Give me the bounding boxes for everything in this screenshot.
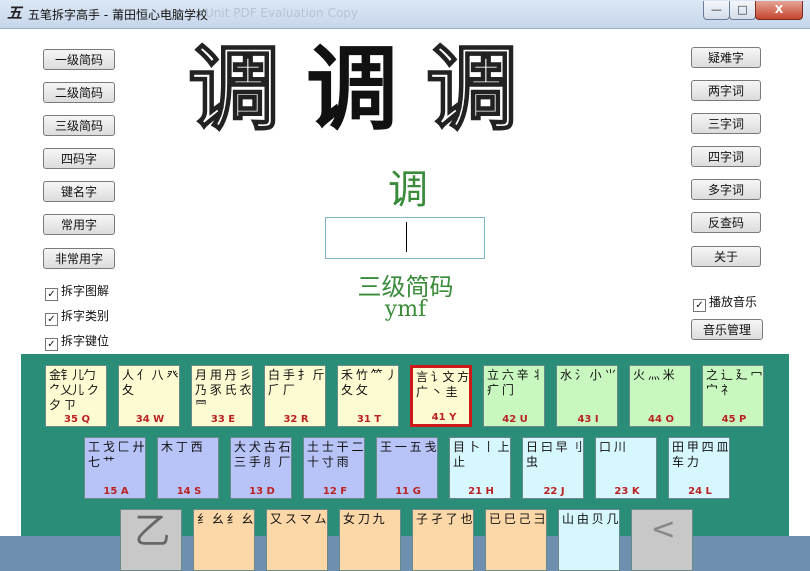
category-checkbox[interactable]: ✓ 拆字类别	[45, 307, 109, 326]
wubi-keyboard: 金钅儿勹 ⺈乂儿 ク夕 ㄗ 35 Q 人 亻 八 癶 夂 34 W 月 用 丹 彡 …	[21, 354, 789, 571]
key-m[interactable]: 山 由 贝 几	[558, 509, 620, 571]
watermark-text: Unit PDF Evaluation Copy	[205, 6, 359, 20]
key-x[interactable]: 纟 幺 纟 幺	[193, 509, 255, 571]
level1-button[interactable]: 一级简码	[43, 49, 115, 70]
key-name-button[interactable]: 键名字	[43, 181, 115, 202]
key-b[interactable]: 子 孑 了 也	[412, 509, 474, 571]
text-caret	[406, 222, 407, 252]
level2-button[interactable]: 二级简码	[43, 82, 115, 103]
checkmark-icon: ✓	[45, 288, 58, 301]
key-g[interactable]: 王 一 五 戋 11 G	[376, 437, 438, 499]
multi-char-word-button[interactable]: 多字词	[691, 179, 761, 200]
key-t[interactable]: 禾 竹 ⺮ 丿 夂 攵 31 T	[337, 365, 399, 427]
common-char-button[interactable]: 常用字	[43, 214, 115, 235]
key-o[interactable]: 火 灬 米 44 O	[629, 365, 691, 427]
key-j[interactable]: 日 曰 早 刂 虫 22 J	[522, 437, 584, 499]
difficult-char-button[interactable]: 疑难字	[691, 47, 761, 68]
key-i[interactable]: 水 氵 小 ⺌ 43 I	[556, 365, 618, 427]
key-z[interactable]: 乙	[120, 509, 182, 571]
two-char-word-button[interactable]: 两字词	[691, 80, 761, 101]
key-w[interactable]: 人 亻 八 癶 夂 34 W	[118, 365, 180, 427]
key-n[interactable]: 已 巳 己 ⺕	[485, 509, 547, 571]
reverse-lookup-button[interactable]: 反查码	[691, 212, 761, 233]
four-char-word-button[interactable]: 四字词	[691, 146, 761, 167]
key-p[interactable]: 之 辶 廴 冖 宀 礻 45 P	[702, 365, 764, 427]
key-e[interactable]: 月 用 丹 彡 乃 豕 氏 衣 ⺜ 33 E	[191, 365, 253, 427]
key-k[interactable]: 口 川 23 K	[595, 437, 657, 499]
uncommon-char-button[interactable]: 非常用字	[43, 248, 115, 269]
key-f[interactable]: 土 士 干 二 十 寸 雨 12 F	[303, 437, 365, 499]
key-d[interactable]: 大 犬 古 石 三 手 ⺼ 厂 13 D	[230, 437, 292, 499]
key-s[interactable]: 木 丁 西 14 S	[157, 437, 219, 499]
backspace-key[interactable]: <	[631, 509, 693, 571]
key-r[interactable]: 白 手 扌 斤 ⺁ 厂 32 R	[264, 365, 326, 427]
key-v[interactable]: 女 刀 九	[339, 509, 401, 571]
diagram-checkbox[interactable]: ✓ 拆字图解	[45, 282, 109, 301]
minimize-button[interactable]: —	[703, 1, 730, 20]
level3-button[interactable]: 三级简码	[43, 115, 115, 136]
key-u[interactable]: 立 六 辛 丬 疒 门 42 U	[483, 365, 545, 427]
key-c[interactable]: 又 ス マ ム	[266, 509, 328, 571]
checkmark-icon: ✓	[693, 299, 706, 312]
key-l[interactable]: 田 甲 四 皿 车 力 24 L	[668, 437, 730, 499]
wubi-code-label: ymf	[384, 297, 427, 322]
key-q[interactable]: 金钅儿勹 ⺈乂儿 ク夕 ㄗ 35 Q	[45, 365, 107, 427]
main-window: 五 五笔拆字高手 - 莆田恒心电脑学校 Unit PDF Evaluation …	[0, 0, 810, 571]
window-title: 五笔拆字高手 - 莆田恒心电脑学校	[28, 8, 208, 22]
play-music-checkbox[interactable]: ✓ 播放音乐	[693, 293, 757, 312]
about-button[interactable]: 关于	[691, 246, 761, 267]
checkmark-icon: ✓	[45, 338, 58, 351]
stroke-diagram-char-3: 调	[425, 35, 519, 143]
key-a[interactable]: 工 戈 匚 廾 七 艹 15 A	[84, 437, 146, 499]
key-position-checkbox[interactable]: ✓ 拆字键位	[45, 332, 109, 351]
maximize-button[interactable]: □	[729, 1, 756, 20]
stroke-diagram-char-1: 调	[187, 35, 281, 143]
checkmark-icon: ✓	[45, 313, 58, 326]
client-area: 一级简码 二级简码 三级简码 四码字 键名字 常用字 非常用字 ✓ 拆字图解 ✓ 拆…	[8, 29, 802, 571]
music-manage-button[interactable]: 音乐管理	[691, 319, 763, 340]
three-char-word-button[interactable]: 三字词	[691, 113, 761, 134]
current-char: 调	[388, 167, 428, 213]
title-bar[interactable]: 五 五笔拆字高手 - 莆田恒心电脑学校 Unit PDF Evaluation …	[0, 0, 810, 29]
stroke-diagram-char-2: 调	[306, 35, 399, 143]
four-code-button[interactable]: 四码字	[43, 148, 115, 169]
close-button[interactable]: X	[755, 1, 803, 20]
key-y[interactable]: 言 讠文 方 广 丶 圭 41 Y	[410, 365, 472, 427]
app-icon: 五	[7, 4, 23, 22]
code-input[interactable]	[325, 217, 485, 259]
key-h[interactable]: 目 卜 丨 上 止 21 H	[449, 437, 511, 499]
